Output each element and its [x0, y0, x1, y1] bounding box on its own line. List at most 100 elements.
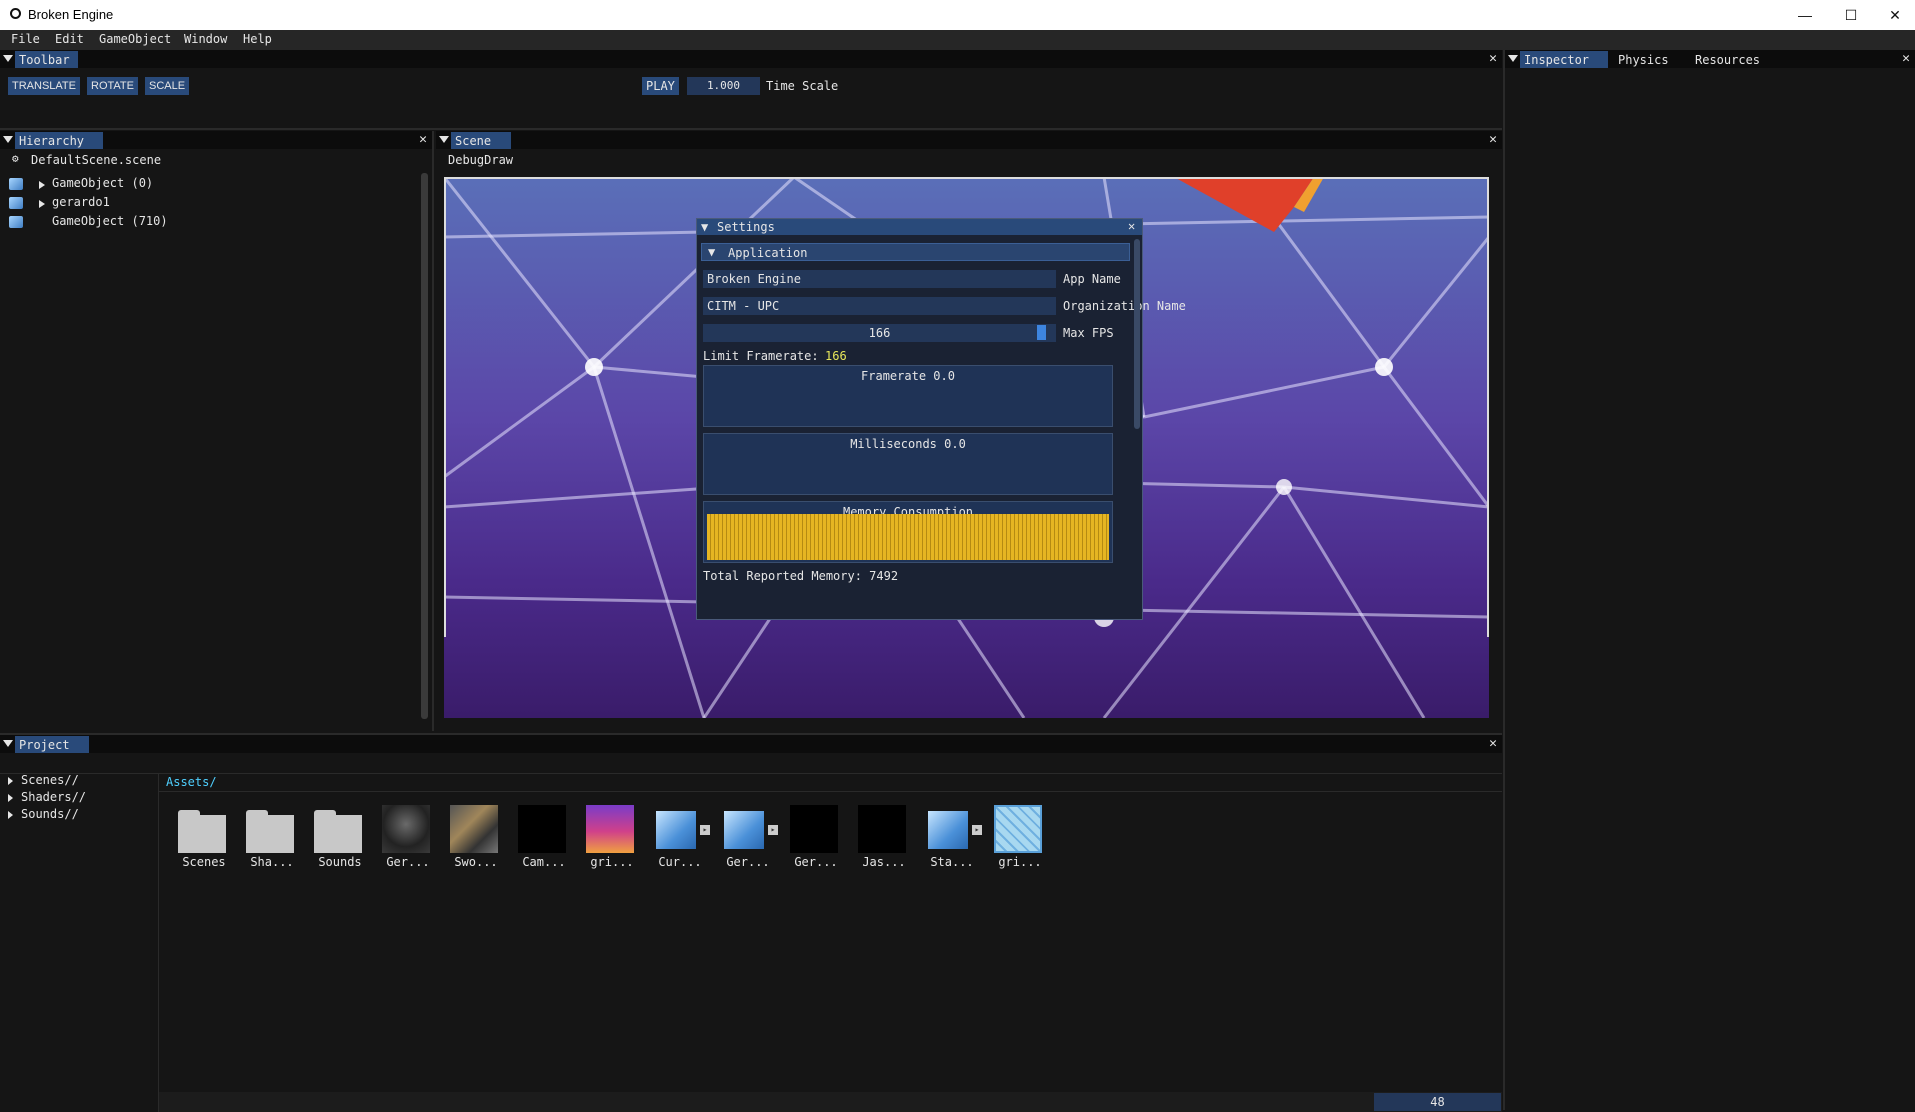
asset-size-slider[interactable]: 48: [159, 1092, 1502, 1112]
hierarchy-item[interactable]: GameObject (0): [52, 176, 153, 190]
project-panel: Project ✕ Scenes// Shaders// Sounds// As…: [0, 733, 1502, 1112]
texture-thumbnail-icon: [586, 805, 634, 853]
asset-name: Sha...: [250, 855, 294, 869]
asset-name: Scenes: [182, 855, 226, 869]
tab-project[interactable]: Project: [15, 736, 89, 753]
expand-arrow-icon[interactable]: [8, 794, 13, 802]
asset-zoom-value[interactable]: 48: [1374, 1093, 1501, 1111]
close-icon[interactable]: ✕: [1902, 51, 1910, 66]
hierarchy-panel: Hierarchy ✕ ⚙ DefaultScene.scene GameObj…: [0, 131, 434, 731]
tab-inspector[interactable]: Inspector: [1520, 51, 1608, 68]
scene-tabrow: Scene ✕: [436, 131, 1502, 149]
tab-toolbar[interactable]: Toolbar: [15, 51, 78, 68]
time-scale-label: Time Scale: [766, 79, 839, 93]
scale-button[interactable]: SCALE: [145, 77, 190, 95]
expand-arrow-icon[interactable]: ▸: [768, 825, 778, 835]
menu-file[interactable]: File: [11, 32, 40, 46]
asset-item[interactable]: Jas...: [856, 805, 906, 877]
play-button[interactable]: PLAY: [642, 77, 679, 95]
limit-framerate-label: Limit Framerate:: [703, 349, 819, 363]
texture-thumbnail-icon: [450, 805, 498, 853]
asset-name: Ger...: [386, 855, 430, 869]
asset-name: Ger...: [794, 855, 838, 869]
organization-name-label: Organization Name: [1063, 299, 1186, 313]
milliseconds-plot-label: Milliseconds 0.0: [850, 437, 966, 451]
collapse-icon[interactable]: ▼: [708, 245, 715, 259]
translate-button[interactable]: TRANSLATE: [8, 77, 80, 95]
menu-gameobject[interactable]: GameObject: [99, 32, 171, 46]
collapse-icon[interactable]: [3, 740, 13, 747]
asset-name: gri...: [590, 855, 634, 869]
expand-arrow-icon[interactable]: ▸: [700, 825, 710, 835]
asset-item[interactable]: Ger...: [380, 805, 430, 877]
settings-window[interactable]: ▼ Settings ✕ ▼ Application Broken Engine…: [696, 218, 1186, 620]
asset-item[interactable]: ▸ Cur...: [652, 805, 710, 877]
settings-titlebar[interactable]: ▼ Settings ✕: [697, 219, 1142, 235]
application-header[interactable]: ▼ Application: [701, 243, 1130, 261]
tree-item-sounds[interactable]: Sounds//: [21, 807, 79, 821]
expand-arrow-icon[interactable]: [39, 181, 45, 189]
tree-item-shaders[interactable]: Shaders//: [21, 790, 86, 804]
framerate-plot-label: Framerate 0.0: [861, 369, 955, 383]
close-icon[interactable]: ✕: [1489, 132, 1497, 147]
assets-path[interactable]: Assets/: [166, 775, 217, 789]
expand-arrow-icon[interactable]: ▸: [972, 825, 982, 835]
tab-physics[interactable]: Physics: [1614, 51, 1677, 68]
asset-name: Cur...: [658, 855, 702, 869]
collapse-icon[interactable]: [1508, 55, 1518, 62]
close-icon[interactable]: ✕: [1128, 219, 1135, 233]
slider-grab[interactable]: [1037, 325, 1046, 340]
collapse-icon[interactable]: [3, 55, 13, 62]
time-scale-input[interactable]: 1.000: [687, 77, 760, 95]
asset-item[interactable]: Swo...: [448, 805, 498, 877]
close-icon[interactable]: ✕: [1489, 51, 1497, 66]
folder-icon: [246, 810, 294, 853]
asset-item[interactable]: ▸ Sta...: [924, 805, 982, 877]
tree-item-scenes[interactable]: Scenes//: [21, 773, 79, 787]
menu-help[interactable]: Help: [243, 32, 272, 46]
hierarchy-item[interactable]: GameObject (710): [52, 214, 168, 228]
menu-window[interactable]: Window: [184, 32, 227, 46]
app-name-input[interactable]: Broken Engine: [703, 270, 1056, 288]
mesh-cube-icon: [928, 811, 968, 849]
expand-arrow-icon[interactable]: [8, 811, 13, 819]
app-logo-icon: [10, 8, 21, 19]
asset-item[interactable]: Sounds: [312, 805, 362, 877]
folder-icon: [178, 810, 226, 853]
asset-item[interactable]: Scenes: [176, 805, 226, 877]
settings-scrollbar[interactable]: [1134, 239, 1140, 429]
asset-item[interactable]: gri...: [992, 805, 1042, 877]
settings-title: Settings: [717, 220, 775, 234]
menu-edit[interactable]: Edit: [55, 32, 84, 46]
maximize-button[interactable]: ☐: [1828, 0, 1874, 30]
menu-bar: File Edit GameObject Window Help: [0, 30, 1915, 50]
collapse-icon[interactable]: ▼: [701, 220, 708, 234]
texture-thumbnail-icon: [382, 805, 430, 853]
close-icon[interactable]: ✕: [1489, 736, 1497, 751]
app-name-label: App Name: [1063, 272, 1121, 286]
tab-scene[interactable]: Scene: [451, 132, 511, 149]
collapse-icon[interactable]: [3, 136, 13, 143]
collapse-icon[interactable]: [439, 136, 449, 143]
asset-item[interactable]: gri...: [584, 805, 634, 877]
asset-item[interactable]: Ger...: [788, 805, 838, 877]
close-window-button[interactable]: ✕: [1872, 0, 1915, 30]
organization-name-input[interactable]: CITM - UPC: [703, 297, 1056, 315]
scene-panel: Scene ✕ DebugDraw ▼ Settings ✕ ▼ Applica…: [436, 131, 1502, 731]
mesh-cube-icon: [724, 811, 764, 849]
tab-hierarchy[interactable]: Hierarchy: [15, 132, 103, 149]
close-icon[interactable]: ✕: [419, 132, 427, 147]
asset-item[interactable]: ▸ Ger...: [720, 805, 778, 877]
hierarchy-item[interactable]: gerardo1: [52, 195, 110, 209]
max-fps-slider[interactable]: 166: [703, 324, 1056, 342]
expand-arrow-icon[interactable]: [39, 200, 45, 208]
asset-item[interactable]: Sha...: [244, 805, 294, 877]
rotate-button[interactable]: ROTATE: [87, 77, 138, 95]
memory-plot: Memory Consumption: [703, 501, 1113, 563]
expand-arrow-icon[interactable]: [8, 777, 13, 785]
asset-item[interactable]: Cam...: [516, 805, 566, 877]
tab-resources[interactable]: Resources: [1691, 51, 1768, 68]
project-tabrow: Project ✕: [0, 735, 1502, 753]
minimize-button[interactable]: —: [1782, 0, 1828, 30]
hierarchy-scrollbar[interactable]: [421, 173, 428, 719]
